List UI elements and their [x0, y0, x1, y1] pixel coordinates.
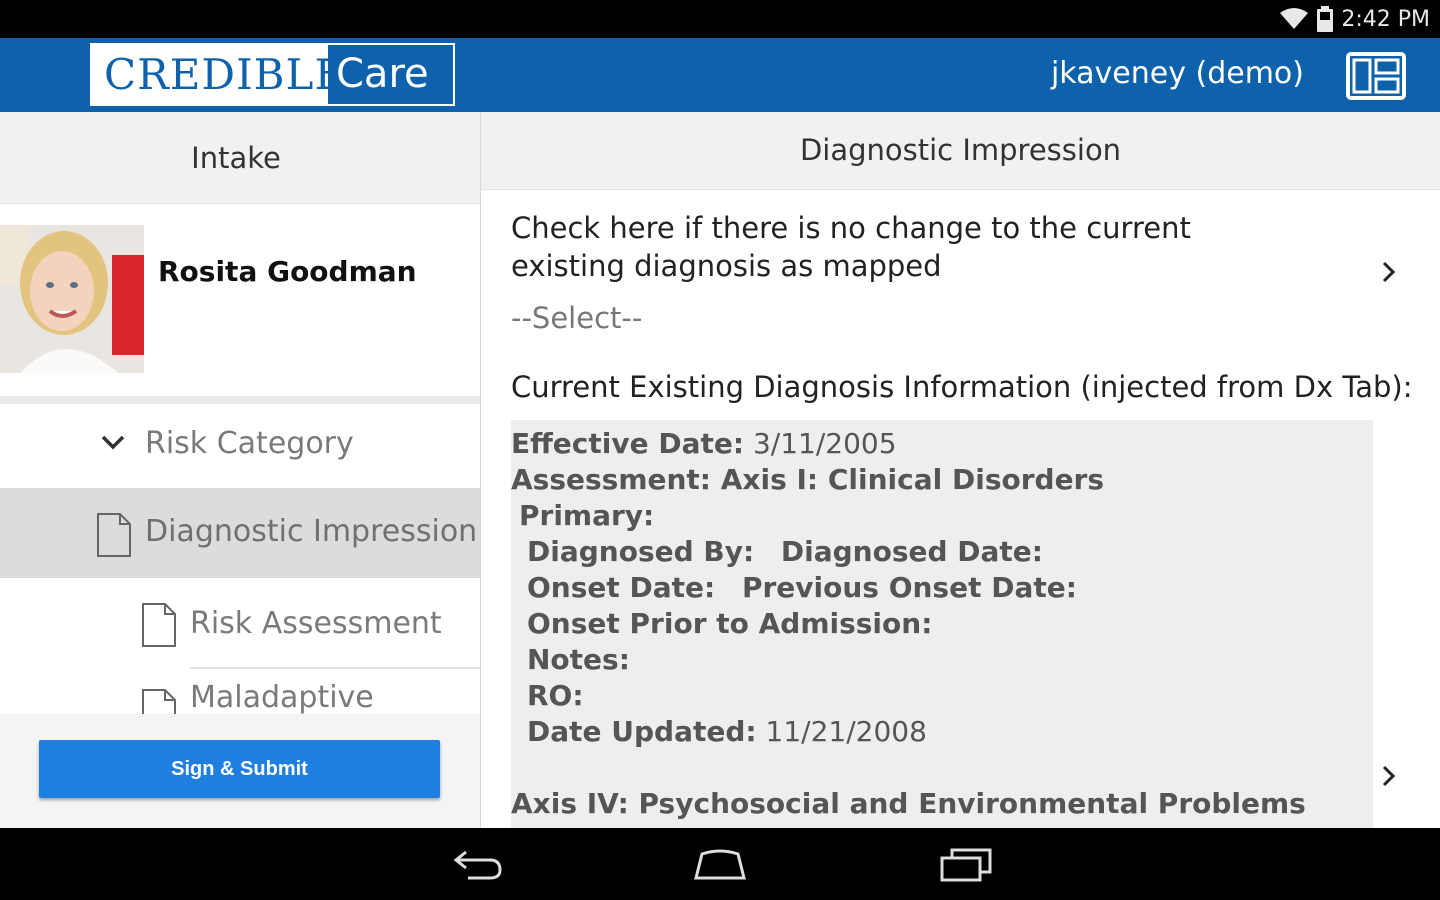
document-icon	[141, 602, 177, 652]
assessment-row: Assessment: Axis I: Clinical Disorders	[511, 463, 1105, 496]
nav-item-diagnostic-impression[interactable]: Diagnostic Impression	[0, 488, 480, 578]
onset-prior-row: Onset Prior to Admission:	[527, 607, 933, 640]
no-change-select[interactable]: --Select--	[511, 301, 642, 335]
nav-item-label: Diagnostic Impression	[145, 514, 478, 549]
section-divider	[0, 396, 480, 404]
nav-item-risk-assessment[interactable]: Risk Assessment	[0, 582, 480, 672]
sign-and-submit-button[interactable]: Sign & Submit	[39, 740, 440, 798]
chevron-down-icon	[100, 434, 126, 456]
patient-card[interactable]: Rosita Goodman	[0, 225, 480, 395]
ro-row: RO:	[527, 679, 584, 712]
clock-time: 2:42 PM	[1341, 6, 1430, 32]
no-change-question: Check here if there is no change to the …	[511, 211, 1191, 283]
submit-area: Sign & Submit	[0, 714, 480, 828]
split-layout-icon[interactable]	[1346, 52, 1406, 100]
left-panel: Intake Rosita Goodman Risk Category Diag…	[0, 112, 480, 828]
nav-item-risk-category[interactable]: Risk Category	[0, 404, 480, 494]
effective-date-row: Effective Date: 3/11/2005	[511, 427, 897, 460]
nav-item-label: Risk Category	[145, 426, 354, 461]
app-header: CREDIBLE Care jkaveney (demo)	[0, 38, 1440, 112]
notes-row: Notes:	[527, 643, 630, 676]
back-icon[interactable]	[452, 848, 504, 882]
nav-item-label: Maladaptive	[190, 680, 374, 715]
primary-row: Primary:	[519, 499, 655, 532]
right-panel: Diagnostic Impression Check here if ther…	[481, 112, 1440, 828]
document-icon	[96, 512, 132, 562]
patient-name: Rosita Goodman	[158, 255, 417, 288]
axis-iv-row: Axis IV: Psychosocial and Environmental …	[511, 787, 1306, 820]
diagnosed-row: Diagnosed By: Diagnosed Date:	[527, 535, 1043, 568]
patient-avatar	[0, 225, 144, 373]
status-bar: 2:42 PM	[0, 0, 1440, 38]
right-panel-title: Diagnostic Impression	[481, 112, 1440, 190]
credible-care-logo: CREDIBLE Care	[90, 43, 455, 106]
date-updated-row: Date Updated: 11/21/2008	[527, 715, 927, 748]
current-diagnosis-label: Current Existing Diagnosis Information (…	[511, 370, 1413, 404]
nav-divider	[190, 667, 480, 669]
recents-icon[interactable]	[938, 848, 994, 882]
user-account-name[interactable]: jkaveney (demo)	[1051, 56, 1304, 91]
onset-row: Onset Date: Previous Onset Date:	[527, 571, 1077, 604]
logo-care-text: Care	[336, 51, 429, 97]
nav-item-label: Risk Assessment	[190, 606, 442, 641]
system-nav-bar	[0, 828, 1440, 900]
current-diagnosis-box: Effective Date: 3/11/2005 Assessment: Ax…	[511, 420, 1373, 828]
wifi-icon	[1279, 7, 1309, 31]
chevron-right-icon[interactable]	[1381, 260, 1397, 288]
battery-icon	[1317, 6, 1334, 32]
chevron-right-icon[interactable]	[1381, 764, 1397, 792]
home-icon[interactable]	[692, 848, 748, 882]
left-panel-title: Intake	[0, 112, 480, 204]
logo-credible-text: CREDIBLE	[92, 45, 345, 104]
